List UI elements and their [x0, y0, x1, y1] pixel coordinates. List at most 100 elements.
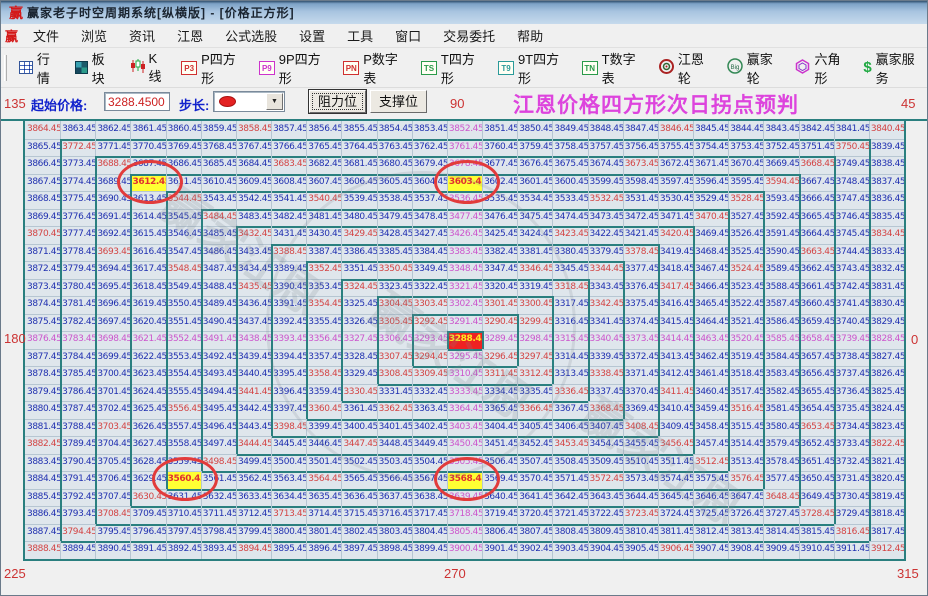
grid-cell: 3867.45	[25, 174, 60, 192]
step-dropdown[interactable]: ▼	[213, 91, 285, 112]
grid-cell: 3726.45	[728, 506, 763, 524]
menu-bar: 赢 文件 浏览 资讯 江恩 公式选股 设置 工具 窗口 交易委托 帮助	[1, 23, 927, 48]
grid-cell: 3837.45	[869, 174, 904, 192]
grid-cell: 3556.45	[166, 401, 201, 419]
grid-cell: 3626.45	[130, 419, 165, 437]
grid-cell: 3853.45	[412, 121, 447, 139]
toolbar-item-0[interactable]: 行情	[13, 46, 67, 90]
grid-cell: 3426.45	[447, 226, 482, 244]
grid-cell: 3489.45	[201, 296, 236, 314]
menu-item-9[interactable]: 帮助	[506, 23, 554, 48]
menu-item-8[interactable]: 交易委托	[432, 23, 506, 48]
toolbar-item-label: 六角形	[814, 51, 841, 86]
grid-cell: 3627.45	[130, 436, 165, 454]
toolbar-item-10[interactable]: Big 赢家轮	[721, 46, 788, 90]
toolbar-item-1[interactable]: 板块	[69, 46, 122, 90]
grid-cell: 3862.45	[95, 121, 130, 139]
grid-cell: 3866.45	[25, 156, 60, 174]
grid-cell: 3886.45	[25, 506, 60, 524]
start-price-input[interactable]	[104, 92, 170, 111]
toolbar-item-8[interactable]: TN T数字表	[576, 46, 651, 90]
menu-item-1[interactable]: 浏览	[70, 23, 118, 48]
menu-item-2[interactable]: 资讯	[118, 23, 166, 48]
grid-cell: 3859.45	[201, 121, 236, 139]
dropdown-arrow-icon[interactable]: ▼	[266, 93, 283, 110]
menu-item-4[interactable]: 公式选股	[214, 23, 288, 48]
toolbar-item-label: 9T四方形	[517, 51, 560, 86]
toolbar-item-6[interactable]: TS T四方形	[415, 46, 490, 90]
grid-cell: 3692.45	[95, 226, 130, 244]
grid-cell: 3318.45	[552, 279, 587, 297]
toolbar-item-label: 赢家服务	[875, 51, 915, 86]
grid-cell: 3289.45	[482, 331, 517, 349]
menu-item-0[interactable]: 文件	[22, 23, 70, 48]
grid-cell: 3792.45	[60, 489, 95, 507]
grid-cell: 3844.45	[728, 121, 763, 139]
grid-cell: 3449.45	[412, 436, 447, 454]
grid-cell: 3902.45	[517, 541, 552, 559]
grid-cell: 3444.45	[236, 436, 271, 454]
grid-cell: 3609.45	[236, 174, 271, 192]
grid-cell: 3682.45	[306, 156, 341, 174]
grid-cell: 3638.45	[412, 489, 447, 507]
grid-cell: 3748.45	[834, 174, 869, 192]
grid-cell: 3908.45	[728, 541, 763, 559]
grid-cell: 3756.45	[623, 139, 658, 157]
grid-cell: 3665.45	[799, 209, 834, 227]
grid-cell: 3386.45	[341, 244, 376, 262]
grid-cell: 3759.45	[517, 139, 552, 157]
grid-cell: 3290.45	[482, 314, 517, 332]
grid-cell: 3894.45	[236, 541, 271, 559]
grid-cell: 3814.45	[763, 524, 798, 542]
grid-cell: 3569.45	[482, 471, 517, 489]
grid-cell: 3334.45	[482, 384, 517, 402]
grid-cell: 3598.45	[623, 174, 658, 192]
grid-cell: 3763.45	[377, 139, 412, 157]
grid-cell: 3760.45	[482, 139, 517, 157]
grid-cell: 3776.45	[60, 209, 95, 227]
title-bar: 赢 赢家老子时空周期系统[纵横版] - [价格正方形]	[1, 1, 927, 24]
grid-cell: 3743.45	[834, 261, 869, 279]
grid-cell: 3472.45	[623, 209, 658, 227]
grid-cell: 3801.45	[306, 524, 341, 542]
grid-cell: 3887.45	[25, 524, 60, 542]
toolbar-item-11[interactable]: 六角形	[789, 46, 855, 90]
menu-item-7[interactable]: 窗口	[384, 23, 432, 48]
angle-label-90: 90	[450, 96, 465, 111]
grid-cell: 3341.45	[588, 314, 623, 332]
toolbar-item-4[interactable]: P9 9P四方形	[253, 46, 335, 90]
grid-cell: 3636.45	[341, 489, 376, 507]
angle-label-270: 270	[444, 566, 466, 581]
grid-cell: 3678.45	[447, 156, 482, 174]
grid-cell: 3754.45	[693, 139, 728, 157]
grid-cell: 3718.45	[447, 506, 482, 524]
start-price-label: 起始价格:	[31, 98, 88, 113]
resistance-button[interactable]: 阻力位	[309, 90, 366, 113]
toolbar-item-7[interactable]: T9 9T四方形	[492, 46, 574, 90]
grid-cell: 3523.45	[728, 279, 763, 297]
toolbar-item-2[interactable]: K线	[124, 48, 174, 88]
grid-cell: 3333.45	[447, 384, 482, 402]
grid-cell: 3562.45	[236, 471, 271, 489]
grid-cell: 3808.45	[552, 524, 587, 542]
grid-cell: 3436.45	[236, 296, 271, 314]
toolbar-item-5[interactable]: PN P数字表	[337, 46, 413, 90]
grid-cell: 3358.45	[306, 366, 341, 384]
menu-item-3[interactable]: 江恩	[166, 23, 214, 48]
support-button[interactable]: 支撑位	[370, 90, 427, 113]
grid-cell: 3812.45	[693, 524, 728, 542]
grid-cell: 3906.45	[658, 541, 693, 559]
toolbar-item-3[interactable]: P3 P四方形	[175, 46, 251, 90]
menu-item-5[interactable]: 设置	[288, 23, 336, 48]
grid-cell: 3904.45	[588, 541, 623, 559]
grid-cell: 3795.45	[95, 524, 130, 542]
menu-item-6[interactable]: 工具	[336, 23, 384, 48]
toolbar-item-12[interactable]: $ 赢家服务	[857, 46, 927, 90]
grid-cell: 3777.45	[60, 226, 95, 244]
step-red-dot-icon	[219, 96, 236, 107]
toolbar-item-9[interactable]: 江恩轮	[653, 46, 719, 90]
grid-cell: 3538.45	[377, 191, 412, 209]
grid-cell: 3804.45	[412, 524, 447, 542]
window-title: 赢家老子时空周期系统[纵横版] - [价格正方形]	[27, 6, 295, 20]
grid-cell: 3303.45	[412, 296, 447, 314]
